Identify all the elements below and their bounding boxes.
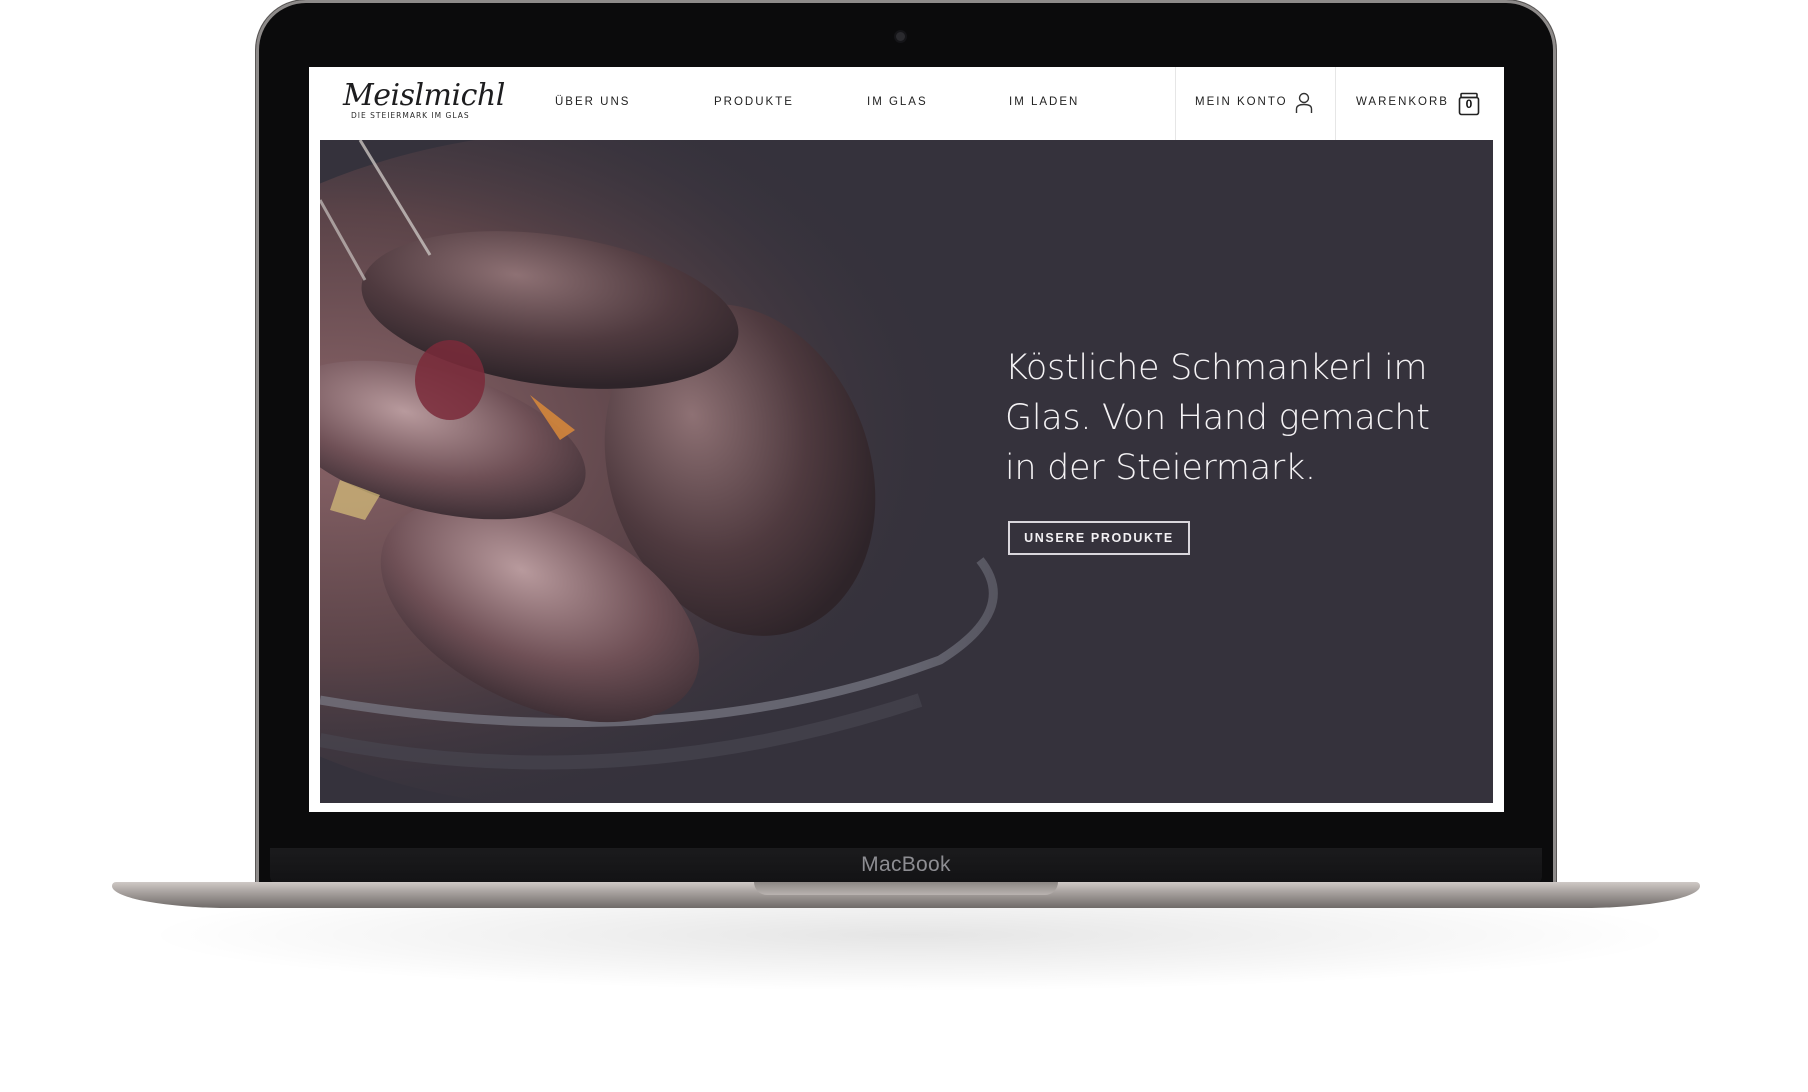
site-header: Meislmichl DIE STEIERMARK IM GLAS ÜBER U… [309,67,1504,140]
site-logo[interactable]: Meislmichl DIE STEIERMARK IM GLAS [343,78,505,121]
user-icon[interactable] [1295,92,1313,114]
logo-subtitle: DIE STEIERMARK IM GLAS [351,111,470,120]
device-label: MacBook [861,853,951,876]
nav-link-produkte[interactable]: PRODUKTE [714,96,794,108]
cart-count-badge: 0 [1465,97,1473,111]
nav-divider [1175,67,1176,140]
cart-link[interactable]: WARENKORB [1356,96,1449,108]
laptop-hinge-notch [754,882,1058,895]
laptop-chin: MacBook [270,848,1542,884]
hero-title: Köstliche Schmankerl im Glas. Von Hand g… [1005,348,1430,488]
nav-divider [1335,67,1336,140]
nav-link-im-laden[interactable]: IM LADEN [1009,96,1079,108]
logo-wordmark: Meislmichl [343,78,505,113]
products-cta-button[interactable]: UNSERE PRODUKTE [1008,521,1190,555]
nav-link-im-glas[interactable]: IM GLAS [867,96,928,108]
account-link[interactable]: MEIN KONTO [1195,96,1288,108]
browser-screen: Meislmichl DIE STEIERMARK IM GLAS ÜBER U… [309,67,1504,812]
camera-icon [896,32,905,41]
hero-banner: Köstliche Schmankerl im Glas. Von Hand g… [320,140,1493,803]
nav-link-ueber-uns[interactable]: ÜBER UNS [555,96,630,108]
